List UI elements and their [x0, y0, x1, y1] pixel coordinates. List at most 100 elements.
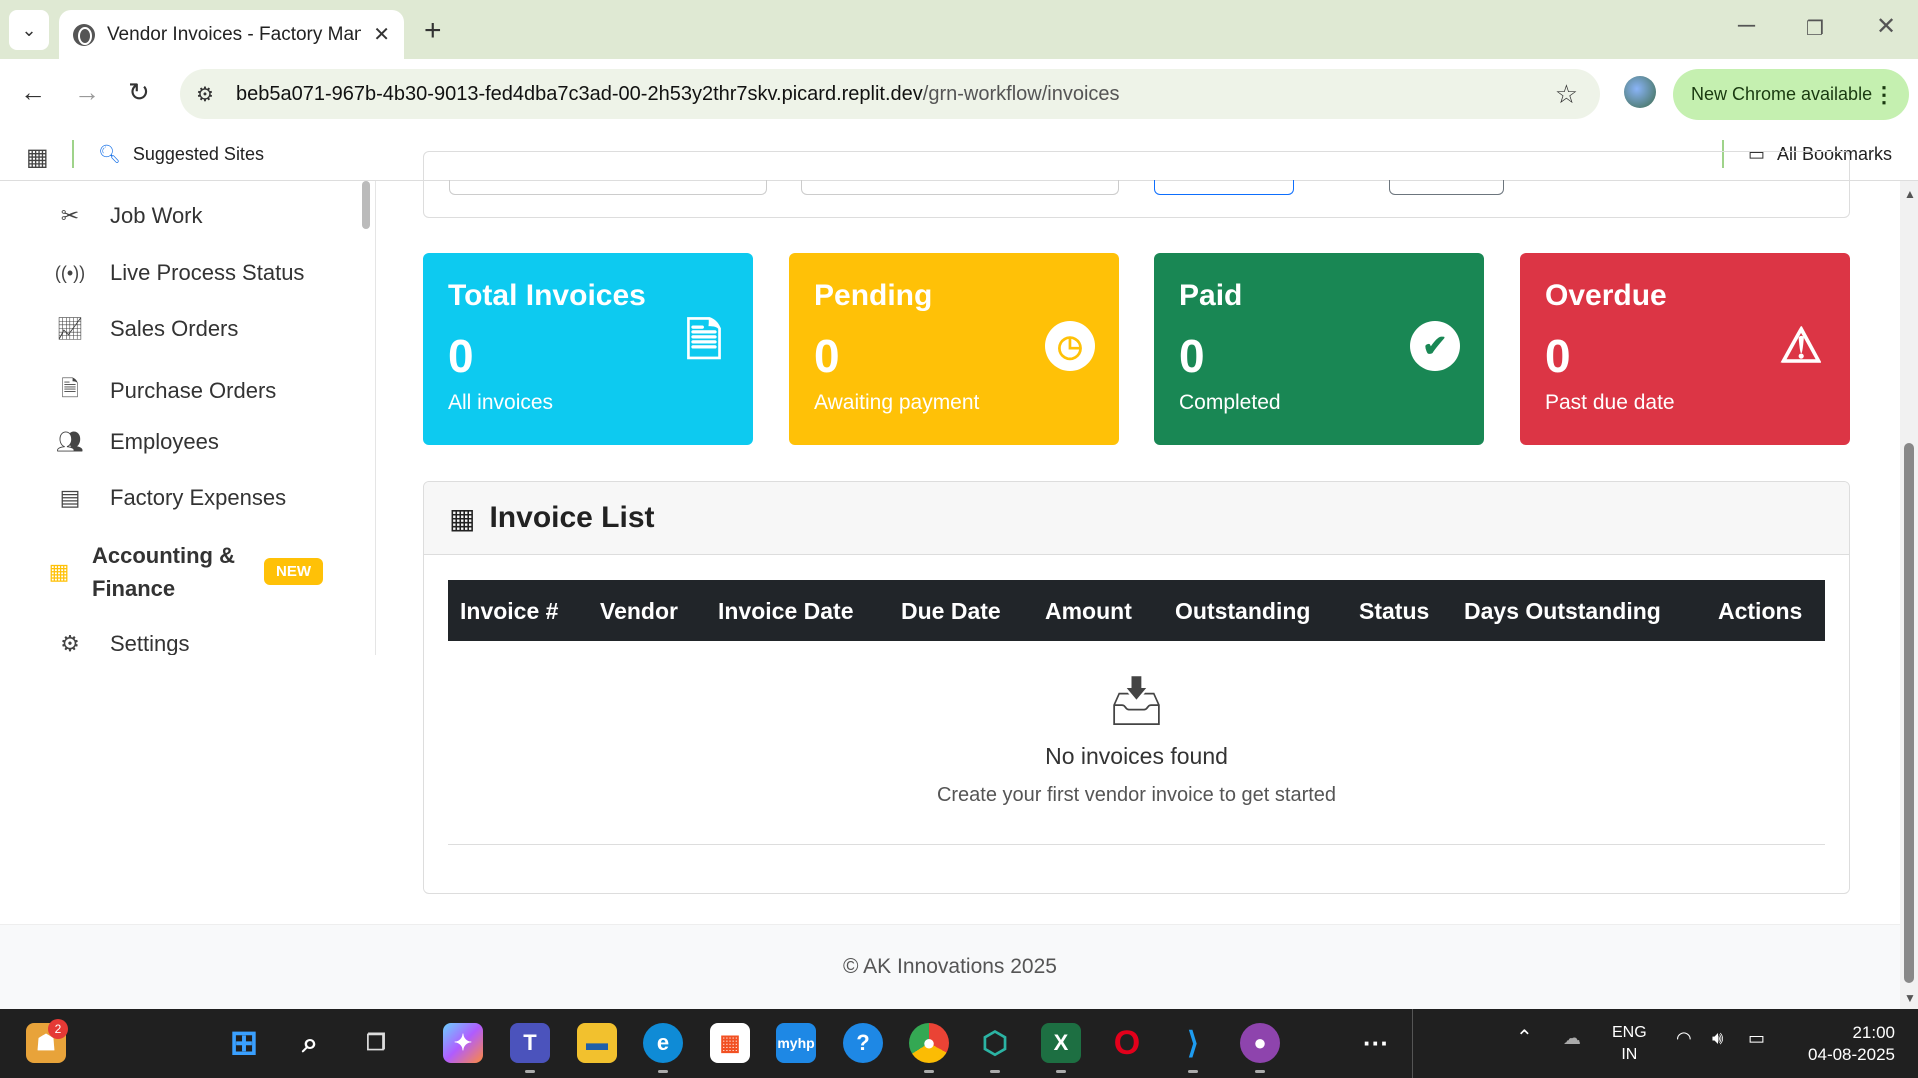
reload-icon[interactable]: ↻: [128, 77, 150, 108]
back-icon[interactable]: ←: [20, 77, 46, 108]
sidebar-item-label: Accounting & Finance: [92, 543, 235, 601]
apps-grid-icon[interactable]: ▦: [26, 143, 49, 172]
store-icon[interactable]: ▦: [710, 1023, 750, 1063]
region-code: IN: [1621, 1046, 1638, 1063]
vscode-icon[interactable]: ⟩: [1173, 1023, 1213, 1063]
chrome-update-button[interactable]: New Chrome available ⋮: [1673, 69, 1909, 120]
myhp-icon[interactable]: myhp: [776, 1023, 816, 1063]
scroll-down-icon[interactable]: ▼: [1904, 991, 1916, 1005]
help-icon[interactable]: ?: [843, 1023, 883, 1063]
excel-icon[interactable]: X: [1041, 1023, 1081, 1063]
copilot-icon[interactable]: ✦: [443, 1023, 483, 1063]
search-icon: 🔍︎: [98, 144, 121, 164]
onedrive-icon[interactable]: ☁: [1563, 1027, 1581, 1049]
file-explorer-icon[interactable]: ▬: [577, 1023, 617, 1063]
taskbar-separator: [1412, 1009, 1413, 1078]
running-indicator: [1255, 1070, 1265, 1073]
new-badge: NEW: [264, 558, 323, 585]
language-indicator[interactable]: ENG IN: [1612, 1022, 1647, 1066]
stat-subtitle: Awaiting payment: [814, 391, 980, 414]
footer: © AK Innovations 2025: [0, 924, 1900, 1009]
sidebar-scrollbar[interactable]: [362, 181, 370, 229]
chevron-up-icon[interactable]: ⌃: [1516, 1027, 1533, 1049]
sidebar-item-settings[interactable]: ⚙ Settings: [50, 631, 189, 655]
column-header[interactable]: Outstanding: [1175, 598, 1310, 625]
forward-icon[interactable]: →: [74, 77, 100, 108]
update-label: New Chrome available: [1691, 84, 1873, 104]
taskbar: ☗ 2 ⊞ ⌕ ❐ ✦ T ▬ e ▦ myhp ? ● ⬡ X O ⟩ ● ·…: [0, 1009, 1918, 1078]
site-info-icon[interactable]: ⚙: [196, 82, 226, 107]
gear-icon: ⚙: [60, 631, 80, 655]
stat-subtitle: Completed: [1179, 391, 1281, 414]
sidebar-item-label: Employees: [110, 429, 219, 454]
page-viewport: ✂ Job Work ((•)) Live Process Status 📈︎ …: [0, 151, 1918, 1009]
url-host: beb5a071-967b-4b30-9013-fed4dba7c3ad-00-…: [236, 82, 923, 105]
task-view-icon[interactable]: ❐: [356, 1023, 396, 1063]
column-header[interactable]: Days Outstanding: [1464, 598, 1661, 625]
chrome-icon[interactable]: ●: [909, 1023, 949, 1063]
column-header[interactable]: Actions: [1718, 598, 1802, 625]
close-window-icon[interactable]: ✕: [1876, 12, 1896, 41]
column-header[interactable]: Vendor: [600, 598, 678, 625]
sidebar-item-employees[interactable]: 👥︎ Employees: [50, 429, 219, 455]
filter-button-bottom[interactable]: [1154, 180, 1294, 195]
more-apps-icon[interactable]: ···: [1356, 1023, 1396, 1063]
windows-start-icon[interactable]: ⊞: [224, 1023, 264, 1063]
new-tab-button[interactable]: +: [424, 14, 442, 48]
battery-icon[interactable]: ▭: [1748, 1027, 1765, 1049]
profile-avatar[interactable]: [1624, 76, 1656, 108]
page-scrollbar[interactable]: ▲ ▼: [1900, 181, 1918, 1009]
minimize-icon[interactable]: ─: [1738, 12, 1755, 40]
scrollbar-thumb[interactable]: [1904, 443, 1914, 983]
more-menu-icon[interactable]: ⋮: [1873, 82, 1895, 108]
column-header[interactable]: Status: [1359, 598, 1429, 625]
sidebar-item-sales-orders[interactable]: 📈︎ Sales Orders: [50, 316, 238, 342]
invoice-list-header: ▦ Invoice List: [424, 482, 1849, 555]
sidebar-item-job-work[interactable]: ✂ Job Work: [50, 203, 203, 229]
opera-icon[interactable]: O: [1107, 1023, 1147, 1063]
column-header[interactable]: Invoice Date: [718, 598, 854, 625]
sidebar-item-purchase-orders[interactable]: 🗎 Purchase Orders: [50, 372, 276, 410]
restore-icon[interactable]: ❐: [1806, 16, 1824, 41]
address-bar[interactable]: ⚙ beb5a071-967b-4b30-9013-fed4dba7c3ad-0…: [180, 69, 1600, 119]
sidebar-item-label: Live Process Status: [110, 260, 305, 285]
search-icon[interactable]: ⌕: [290, 1023, 330, 1063]
browser-tab-active[interactable]: Vendor Invoices - Factory Management ✕: [59, 10, 404, 59]
close-tab-icon[interactable]: ✕: [373, 22, 390, 47]
clock-icon: ◷: [1045, 321, 1095, 371]
stat-title: Pending: [814, 279, 933, 312]
sidebar-item-label: Sales Orders: [110, 316, 239, 341]
check-circle-icon: ✔: [1410, 321, 1460, 371]
stat-subtitle: All invoices: [448, 391, 554, 414]
stat-card-total-invoices: Total Invoices 0 All invoices 🗎: [423, 253, 753, 445]
edge-icon[interactable]: e: [643, 1023, 683, 1063]
users-icon: 👥︎: [56, 429, 84, 454]
sidebar-item-factory-expenses[interactable]: ▤ Factory Expenses: [50, 485, 286, 511]
github-icon[interactable]: ●: [1240, 1023, 1280, 1063]
stat-title: Overdue: [1545, 279, 1667, 312]
sidebar-item-accounting-finance[interactable]: ▦ Accounting & Finance: [42, 539, 242, 605]
volume-icon[interactable]: 🔊︎: [1712, 1027, 1723, 1049]
column-header[interactable]: Invoice #: [460, 598, 558, 625]
filter-input-bottom[interactable]: [801, 180, 1119, 195]
bookmark-star-icon[interactable]: ☆: [1555, 79, 1578, 110]
url-path: /grn-workflow/invoices: [922, 82, 1120, 105]
empty-subtitle: Create your first vendor invoice to get …: [936, 784, 1337, 806]
column-header[interactable]: Due Date: [901, 598, 1001, 625]
cube-app-icon[interactable]: ⬡: [975, 1023, 1015, 1063]
bookmark-label: Suggested Sites: [132, 144, 264, 164]
running-indicator: [990, 1070, 1000, 1073]
teams-icon[interactable]: T: [510, 1023, 550, 1063]
clock-date: 04-08-2025: [1808, 1045, 1895, 1064]
sidebar-item-live-process-status[interactable]: ((•)) Live Process Status: [50, 260, 305, 286]
filter-input-bottom[interactable]: [449, 180, 767, 195]
sidebar-item-label: Job Work: [110, 203, 203, 228]
bookmark-suggested-sites[interactable]: 🔍︎ Suggested Sites: [98, 144, 264, 165]
filter-button-bottom[interactable]: [1389, 180, 1504, 195]
clock[interactable]: 21:00 04-08-2025: [1795, 1022, 1895, 1066]
column-header[interactable]: Amount: [1045, 598, 1132, 625]
sidebar: ✂ Job Work ((•)) Live Process Status 📈︎ …: [0, 181, 376, 655]
scroll-up-icon[interactable]: ▲: [1904, 187, 1916, 201]
wifi-icon[interactable]: ◠: [1676, 1027, 1692, 1049]
tab-search-button[interactable]: ⌄: [9, 10, 49, 50]
